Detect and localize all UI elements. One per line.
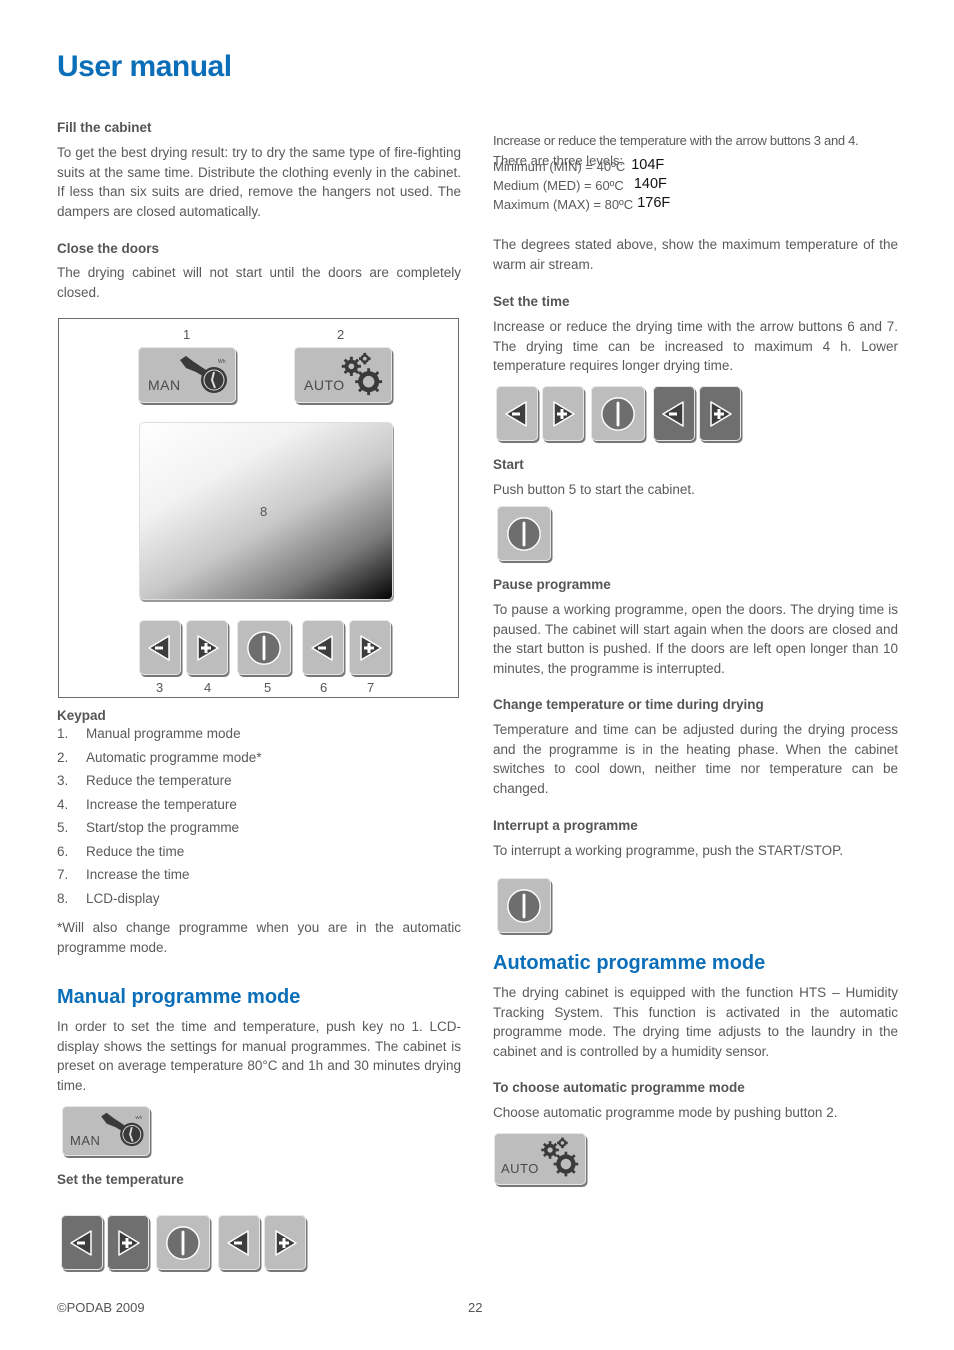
- change-heading: Change temperature or time during drying: [493, 697, 764, 712]
- page-number: 22: [468, 1300, 483, 1315]
- increase-time-button[interactable]: [349, 620, 391, 675]
- keypad-heading: Keypad: [57, 708, 106, 723]
- figure-label-8: 8: [260, 504, 268, 519]
- power-icon: [505, 515, 543, 553]
- fill-cabinet-text: To get the best drying result: try to dr…: [57, 145, 461, 219]
- change-text: Temperature and time can be adjusted dur…: [493, 722, 898, 796]
- increase-time-button[interactable]: [264, 1215, 306, 1270]
- reduce-time-button[interactable]: [218, 1215, 260, 1270]
- power-icon: [505, 887, 543, 925]
- start-stop-button[interactable]: [156, 1215, 210, 1270]
- reduce-time-button[interactable]: [302, 620, 344, 675]
- figure-label-3: 3: [156, 680, 164, 695]
- auto-button-label: AUTO: [501, 1161, 539, 1176]
- keypad-figure: 1 2 MAN AUTO 8 3 4 5 6 7: [58, 318, 459, 698]
- reduce-temperature-button[interactable]: [61, 1215, 103, 1270]
- figure-label-1: 1: [183, 327, 191, 342]
- minus-arrow-icon: [659, 399, 689, 429]
- copyright: ©PODAB 2009: [57, 1300, 145, 1315]
- auto-mode-heading: Automatic programme mode: [493, 952, 766, 974]
- page-title: User manual: [57, 50, 232, 83]
- start-stop-button[interactable]: [497, 878, 551, 933]
- figure-label-5: 5: [264, 680, 272, 695]
- auto-button[interactable]: AUTO: [294, 347, 392, 403]
- close-doors-heading: Close the doors: [57, 241, 160, 256]
- gears-icon: [336, 351, 384, 397]
- temperature-note: The degrees stated above, show the maxim…: [493, 237, 898, 272]
- temperature-intro: Increase or reduce the temperature with …: [493, 133, 859, 148]
- keypad-list-item: 8. LCD-display: [57, 890, 160, 906]
- temperature-level: Minimum (MIN) = 40ºC 104F: [493, 157, 665, 174]
- interrupt-heading: Interrupt a programme: [493, 818, 638, 833]
- minus-arrow-icon: [67, 1228, 97, 1258]
- pause-heading: Pause programme: [493, 577, 611, 592]
- keypad-list-item: 2. Automatic programme mode*: [57, 749, 262, 765]
- man-button[interactable]: MAN: [62, 1106, 150, 1156]
- figure-label-4: 4: [204, 680, 212, 695]
- plus-arrow-icon: [548, 399, 578, 429]
- keypad-list-item: 4. Increase the temperature: [57, 796, 237, 812]
- choose-auto-heading: To choose automatic programme mode: [493, 1080, 745, 1095]
- manual-mode-heading: Manual programme mode: [57, 986, 301, 1008]
- keypad-footnote: *Will also change programme when you are…: [57, 920, 461, 955]
- power-icon: [245, 629, 283, 667]
- figure-label-2: 2: [337, 327, 345, 342]
- auto-mode-text: The drying cabinet is equipped with the …: [493, 985, 898, 1059]
- increase-temperature-button[interactable]: [542, 386, 584, 441]
- man-button[interactable]: MAN: [138, 347, 236, 403]
- power-icon: [599, 395, 637, 433]
- minus-arrow-icon: [145, 633, 175, 663]
- temperature-level: Maximum (MAX) = 80ºC 176F: [493, 195, 671, 212]
- close-doors-text: The drying cabinet will not start until …: [57, 265, 461, 300]
- plus-arrow-icon: [113, 1228, 143, 1258]
- keypad-list-item: 6. Reduce the time: [57, 843, 185, 859]
- reduce-temperature-button[interactable]: [139, 620, 181, 675]
- increase-temperature-button[interactable]: [107, 1215, 149, 1270]
- plus-arrow-icon: [705, 399, 735, 429]
- keypad-list-item: 5. Start/stop the programme: [57, 820, 240, 835]
- minus-arrow-icon: [502, 399, 532, 429]
- set-time-text: Increase or reduce the drying time with …: [493, 319, 898, 373]
- figure-label-7: 7: [367, 680, 375, 695]
- figure-label-6: 6: [320, 680, 328, 695]
- keypad-list-item: 7. Increase the time: [57, 867, 190, 882]
- temperature-level: Medium (MED) = 60ºC 140F: [493, 176, 667, 193]
- hand-clock-icon: [94, 1108, 148, 1150]
- minus-arrow-icon: [308, 633, 338, 663]
- gears-icon: [536, 1136, 580, 1178]
- start-stop-button[interactable]: [237, 620, 291, 675]
- manual-mode-text: In order to set the time and temperature…: [57, 1019, 461, 1093]
- minus-arrow-icon: [224, 1228, 254, 1258]
- start-stop-button[interactable]: [497, 506, 551, 561]
- increase-temperature-button[interactable]: [186, 620, 228, 675]
- start-text: Push button 5 to start the cabinet.: [493, 482, 695, 497]
- reduce-time-button[interactable]: [653, 386, 695, 441]
- plus-arrow-icon: [270, 1228, 300, 1258]
- keypad-list-item: 3. Reduce the temperature: [57, 773, 232, 788]
- increase-time-button[interactable]: [699, 386, 741, 441]
- lcd-display: 8: [139, 422, 393, 600]
- fill-cabinet-heading: Fill the cabinet: [57, 120, 152, 135]
- plus-arrow-icon: [192, 633, 222, 663]
- interrupt-text: To interrupt a working programme, push t…: [493, 843, 844, 858]
- hand-clock-icon: [172, 351, 232, 397]
- choose-auto-text: Choose automatic programme mode by pushi…: [493, 1105, 838, 1120]
- keypad-list-item: 1. Manual programme mode: [57, 726, 241, 741]
- pause-text: To pause a working programme, open the d…: [493, 602, 898, 676]
- power-icon: [164, 1224, 202, 1262]
- start-heading: Start: [493, 457, 524, 472]
- start-stop-button[interactable]: [591, 386, 645, 441]
- set-temperature-heading: Set the temperature: [57, 1172, 184, 1187]
- plus-arrow-icon: [355, 633, 385, 663]
- reduce-temperature-button[interactable]: [496, 386, 538, 441]
- auto-button[interactable]: AUTO: [494, 1133, 586, 1185]
- keypad-list: 1. Manual programme mode 2. Automatic prog…: [57, 726, 461, 914]
- set-time-heading: Set the time: [493, 294, 570, 309]
